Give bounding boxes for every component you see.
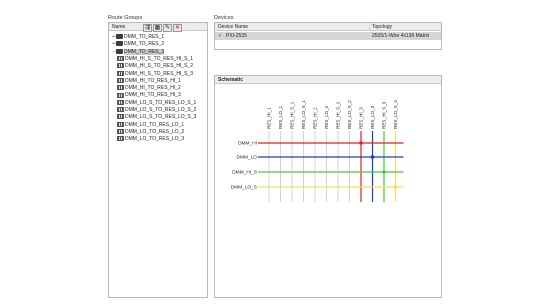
- connection-dot: [359, 141, 363, 145]
- column-divider: [369, 23, 370, 31]
- route-groups-toolbar: ⇶ ▦ ✎ ✕: [143, 24, 182, 32]
- route-group-item[interactable]: +DMM_TO_RES_1: [111, 34, 164, 41]
- edit-icon[interactable]: ✎: [163, 24, 172, 32]
- device-row[interactable]: ✓ PXI-2535 2535/1-Wire 4x136 Matrix: [215, 32, 441, 40]
- route-icon: [117, 70, 124, 76]
- route-groups-tree: +DMM_TO_RES_1+DMM_TO_RES_2-DMM_TO_RES_3D…: [111, 34, 207, 296]
- tree-item-label: DMM_LO_TO_RES_LO_3: [125, 136, 185, 143]
- route-icon: [117, 56, 124, 62]
- route-item[interactable]: DMM_LO_S_TO_RES_LO_S_3: [117, 114, 196, 121]
- route-group-item[interactable]: +DMM_TO_RES_2: [111, 41, 164, 48]
- row-label: DMM_HI_S: [232, 170, 257, 176]
- column-label: RES_HI_S_2: [336, 101, 341, 129]
- column-label: RES_LO_2: [324, 105, 329, 129]
- tree-item-label: DMM_LO_S_TO_RES_LO_S_3: [125, 114, 197, 121]
- tree-item-label: DMM_LO_S_TO_RES_LO_S_1: [125, 99, 197, 106]
- row-label: DMM_LO: [236, 155, 257, 161]
- column-label: RES_LO_1: [278, 105, 283, 129]
- route-group-icon: [115, 48, 123, 54]
- tree-item-label: DMM_HI_TO_RES_HI_2: [125, 85, 181, 92]
- schematic-matrix: RES_HI_1 RES_LO_1 RES_HI_S_1 RES_LO_S_1 RES_…: [231, 100, 404, 202]
- route-icon: [117, 121, 124, 127]
- tree-item-label: DMM_HI_S_TO_RES_HI_S_3: [125, 70, 193, 77]
- column-label: RES_LO_S_2: [347, 100, 352, 129]
- connection-dot: [382, 170, 386, 174]
- device-check-icon[interactable]: ✓: [218, 33, 222, 39]
- devices-header-row: Device Name Topology: [215, 23, 441, 31]
- row-label: DMM_HI: [238, 141, 257, 147]
- column-label: RES_HI_S_3: [382, 101, 387, 129]
- schematic-panel: Schematic RES_HI_1 RES_LO_1 RES_HI_S_1 RES_…: [214, 75, 442, 298]
- route-group-icon: [115, 34, 123, 40]
- route-icon: [117, 99, 124, 105]
- route-item[interactable]: DMM_LO_S_TO_RES_LO_S_1: [117, 100, 196, 107]
- column-label: RES_LO_S_1: [301, 100, 306, 129]
- tree-item-label: DMM_TO_RES_1: [124, 34, 165, 40]
- route-icon: [117, 77, 124, 83]
- route-item[interactable]: DMM_LO_TO_RES_LO_2: [117, 129, 184, 136]
- tree-item-label: DMM_HI_S_TO_RES_HI_S_1: [125, 55, 193, 62]
- tree-item-label: DMM_LO_S_TO_RES_LO_S_2: [125, 107, 197, 113]
- devices-table: Device Name Topology ✓ PXI-2535 2535/1-W…: [214, 22, 442, 50]
- route-item[interactable]: DMM_HI_S_TO_RES_HI_S_1: [117, 56, 193, 63]
- route-icon: [117, 107, 124, 113]
- tree-item-label: DMM_HI_TO_RES_HI_3: [125, 92, 181, 99]
- route-item[interactable]: DMM_LO_TO_RES_LO_3: [117, 136, 184, 143]
- topology-column-header[interactable]: Topology: [372, 24, 392, 30]
- tree-item-label: DMM_HI_TO_RES_HI_1: [125, 77, 181, 84]
- route-item[interactable]: DMM_HI_TO_RES_HI_3: [117, 92, 181, 99]
- route-groups-panel: Name ⇶▦✎✕ +DMM_TO_RES_1+DMM_TO_RES_2-DMM…: [108, 22, 208, 298]
- connection-dot: [370, 155, 375, 159]
- add-route-icon[interactable]: ▦: [153, 24, 162, 32]
- column-label: RES_LO_3: [370, 105, 375, 129]
- route-icon: [117, 129, 124, 135]
- column-label: RES_HI_S_1: [290, 101, 295, 129]
- route-icon: [117, 114, 124, 120]
- route-icon: [117, 136, 124, 142]
- route-icon: [117, 85, 124, 91]
- tree-item-label: DMM_HI_S_TO_RES_HI_S_2: [125, 63, 193, 70]
- add-route-group-icon[interactable]: ⇶: [143, 24, 152, 32]
- route-item[interactable]: DMM_HI_S_TO_RES_HI_S_2: [117, 63, 193, 70]
- column-label: RES_HI_3: [359, 107, 364, 129]
- delete-icon[interactable]: ✕: [173, 24, 182, 32]
- route-item[interactable]: DMM_HI_TO_RES_HI_2: [117, 85, 181, 92]
- column-label: RES_HI_1: [267, 107, 272, 129]
- route-groups-title: Route Groups: [108, 15, 143, 21]
- tree-item-label: DMM_LO_TO_RES_LO_1: [125, 121, 185, 128]
- device-topology-cell: 2535/1-Wire 4x136 Matrix: [372, 33, 430, 39]
- route-group-icon: [115, 41, 123, 47]
- route-group-item[interactable]: -DMM_TO_RES_3: [111, 48, 165, 56]
- schematic-title: Schematic: [215, 76, 441, 84]
- route-item[interactable]: DMM_LO_S_TO_RES_LO_S_2: [117, 107, 196, 114]
- tree-item-label: DMM_TO_RES_3: [124, 48, 165, 55]
- device-name-cell: PXI-2535: [226, 33, 247, 39]
- route-item[interactable]: DMM_HI_TO_RES_HI_1: [117, 78, 181, 85]
- row-label: DMM_LO_S: [231, 185, 257, 191]
- column-label: RES_HI_2: [313, 107, 318, 129]
- device-name-column-header[interactable]: Device Name: [218, 24, 248, 30]
- route-icon: [117, 63, 124, 69]
- route-item[interactable]: DMM_HI_S_TO_RES_HI_S_3: [117, 71, 193, 78]
- connection-dot: [393, 185, 398, 189]
- route-item[interactable]: DMM_LO_TO_RES_LO_1: [117, 122, 184, 129]
- devices-title: Devices: [214, 15, 234, 21]
- column-label: RES_LO_S_3: [393, 100, 398, 129]
- route-icon: [117, 92, 124, 98]
- tree-item-label: DMM_TO_RES_2: [124, 41, 165, 48]
- tree-item-label: DMM_LO_TO_RES_LO_2: [125, 128, 185, 135]
